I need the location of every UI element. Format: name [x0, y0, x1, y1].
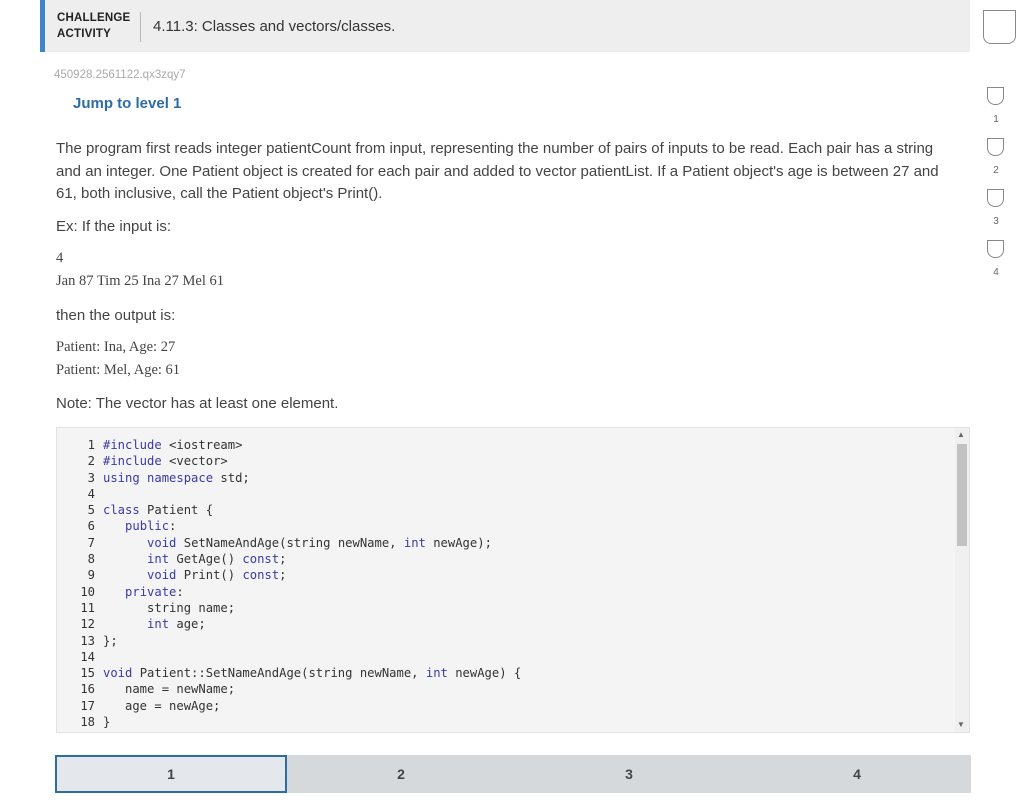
code-text[interactable]: int age;	[103, 617, 206, 631]
code-text[interactable]: class Patient {	[103, 503, 213, 517]
example-intro: Ex: If the input is:	[56, 218, 172, 235]
code-line[interactable]: 13};	[57, 633, 521, 649]
level-number: 1	[993, 114, 999, 125]
header-divider	[140, 12, 141, 42]
line-number: 8	[87, 552, 95, 567]
line-number: 11	[80, 600, 95, 615]
code-text[interactable]: private:	[103, 585, 184, 599]
level-3-completion-icon	[987, 189, 1004, 207]
code-text[interactable]: age = newAge;	[103, 699, 220, 713]
example-output-line: Patient: Ina, Age: 27	[56, 339, 176, 355]
scroll-up-arrow-icon[interactable]: ▲	[957, 430, 965, 439]
line-number: 1	[87, 438, 95, 452]
line-number: 10	[80, 584, 95, 599]
code-line[interactable]: 14	[57, 649, 521, 665]
code-line[interactable]: 1 #include <iostream>	[57, 437, 521, 453]
code-line[interactable]: 2 #include <vector>	[57, 453, 521, 469]
line-number: 5	[87, 503, 95, 518]
activity-seed: 450928.2561122.qx3zqy7	[54, 69, 186, 81]
line-number: 6	[87, 519, 95, 534]
example-input-line: 4	[56, 250, 64, 266]
note-text: Note: The vector has at least one elemen…	[56, 395, 339, 412]
code-line[interactable]: 5 class Patient {	[57, 502, 521, 518]
level-tab-2[interactable]: 2	[287, 755, 515, 793]
level-1-completion-icon	[987, 87, 1004, 105]
line-number: 13	[80, 633, 95, 648]
code-text[interactable]: name = newName;	[103, 682, 235, 696]
scrollbar-thumb[interactable]	[957, 444, 967, 546]
code-line[interactable]: 8 int GetAge() const;	[57, 551, 521, 567]
level-4-completion-icon	[987, 240, 1004, 258]
problem-description: The program first reads integer patientC…	[56, 140, 939, 202]
line-number: 12	[80, 617, 95, 632]
code-text[interactable]: #include <iostream>	[103, 438, 242, 452]
line-number: 7	[87, 535, 95, 550]
code-line[interactable]: 12 int age;	[57, 616, 521, 632]
code-line[interactable]: 3 using namespace std;	[57, 470, 521, 486]
editor-scrollbar[interactable]: ▲ ▼	[955, 428, 969, 732]
example-output-intro: then the output is:	[56, 307, 176, 324]
line-number: 14	[80, 649, 95, 664]
code-line[interactable]: 16 name = newName;	[57, 681, 521, 697]
level-2-completion-icon	[987, 138, 1004, 156]
jump-to-level-link[interactable]: Jump to level 1	[73, 95, 181, 112]
code-text[interactable]: string name;	[103, 601, 235, 615]
line-number: 15	[80, 666, 95, 681]
line-number: 2	[87, 454, 95, 469]
level-tab-3[interactable]: 3	[515, 755, 743, 793]
code-line[interactable]: 4	[57, 486, 521, 502]
code-content[interactable]: 1 #include <iostream> 2 #include <vector> 3 u…	[57, 437, 521, 730]
code-text[interactable]: void Print() const;	[103, 568, 286, 582]
level-number: 3	[993, 216, 999, 227]
example-output-line: Patient: Mel, Age: 61	[56, 362, 181, 378]
activity-type-label: CHALLENGE ACTIVITY	[57, 12, 131, 40]
code-line[interactable]: 10 private:	[57, 584, 521, 600]
code-line[interactable]: 15 void Patient::SetNameAndAge(string new…	[57, 665, 521, 681]
level-number: 2	[993, 165, 999, 176]
completion-sidebar: 1 2 3 4	[976, 0, 1024, 808]
code-text[interactable]: using namespace std;	[103, 471, 250, 485]
code-text[interactable]: #include <vector>	[103, 454, 228, 468]
code-text[interactable]: }	[103, 715, 110, 729]
code-text[interactable]: };	[103, 634, 118, 648]
line-number: 18	[80, 715, 95, 730]
line-number: 17	[80, 698, 95, 713]
line-number: 9	[87, 568, 95, 583]
scroll-down-arrow-icon[interactable]: ▼	[957, 720, 965, 729]
code-editor[interactable]: 1 #include <iostream> 2 #include <vector> 3 u…	[56, 427, 970, 733]
level-tab-1[interactable]: 1	[55, 755, 287, 793]
challenge-panel: CHALLENGE ACTIVITY 4.11.3: Classes and v…	[40, 0, 971, 808]
line-number: 4	[87, 486, 95, 501]
code-text[interactable]: void SetNameAndAge(string newName, int n…	[103, 536, 492, 550]
code-line[interactable]: 6 public:	[57, 518, 521, 534]
line-number: 16	[80, 682, 95, 697]
code-line[interactable]: 17 age = newAge;	[57, 698, 521, 714]
code-text[interactable]: void Patient::SetNameAndAge(string newNa…	[103, 666, 521, 680]
level-number: 4	[993, 267, 999, 278]
activity-title: 4.11.3: Classes and vectors/classes.	[153, 18, 396, 35]
level-selector: 1 2 3 4	[55, 755, 971, 793]
code-line[interactable]: 9 void Print() const;	[57, 567, 521, 583]
activity-header: CHALLENGE ACTIVITY 4.11.3: Classes and v…	[40, 0, 970, 52]
example-input-line: Jan 87 Tim 25 Ina 27 Mel 61	[56, 273, 224, 289]
code-text[interactable]: int GetAge() const;	[103, 552, 286, 566]
level-tab-4[interactable]: 4	[743, 755, 971, 793]
line-number: 3	[87, 470, 95, 485]
code-line[interactable]: 18}	[57, 714, 521, 730]
activity-completion-icon	[983, 10, 1016, 44]
code-line[interactable]: 7 void SetNameAndAge(string newName, int…	[57, 535, 521, 551]
code-text[interactable]: public:	[103, 519, 176, 533]
code-line[interactable]: 11 string name;	[57, 600, 521, 616]
